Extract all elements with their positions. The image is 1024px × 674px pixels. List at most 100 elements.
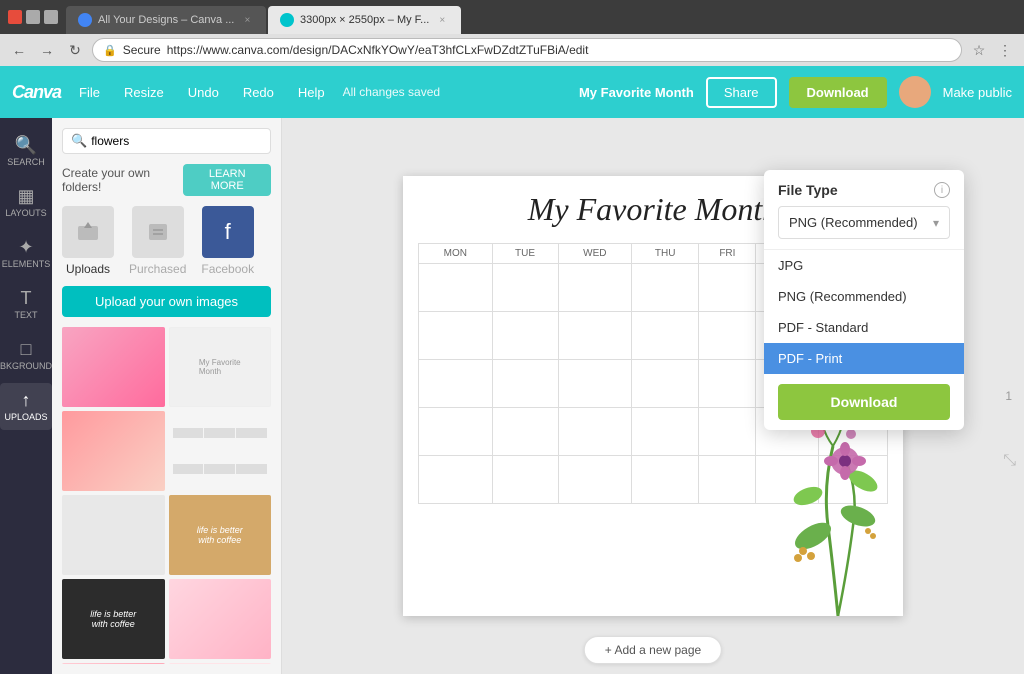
tab1-label: All Your Designs – Canva ... [98, 14, 234, 26]
saved-text: All changes saved [343, 85, 440, 99]
popup-title: File Type [778, 182, 838, 198]
sidebar-item-elements[interactable]: ✦ ELEMENTS [0, 230, 52, 277]
image-thumb-6[interactable]: life is betterwith coffee [169, 495, 272, 575]
sidebar-item-background[interactable]: □ BKGROUND [0, 332, 52, 379]
cal-cell [699, 456, 756, 504]
cal-cell [419, 264, 493, 312]
design-title: My Favorite Month [579, 85, 694, 100]
purchased-tab-icon [132, 206, 184, 258]
select-arrow-icon: ▾ [933, 216, 939, 230]
option-jpg[interactable]: JPG [764, 250, 964, 281]
image-thumb-3[interactable] [62, 411, 165, 491]
upload-images-button[interactable]: Upload your own images [62, 286, 271, 317]
image-thumb-8[interactable] [169, 579, 272, 659]
share-button[interactable]: Share [706, 77, 777, 108]
search-box[interactable]: 🔍 [62, 128, 271, 154]
browser-tab-2[interactable]: 3300px × 2550px – My F... × [268, 6, 461, 34]
popup-header: File Type i [764, 170, 964, 206]
search-input[interactable] [91, 134, 262, 148]
sidebar-search-label: SEARCH [7, 157, 45, 167]
option-png[interactable]: PNG (Recommended) [764, 281, 964, 312]
menu-help[interactable]: Help [292, 81, 331, 104]
learn-more-button[interactable]: LEARN MORE [183, 164, 271, 196]
image-thumb-9[interactable] [62, 663, 165, 664]
menu-resize[interactable]: Resize [118, 81, 170, 104]
cal-header-tue: TUE [492, 244, 558, 264]
address-bar: ← → ↻ 🔒 Secure https://www.canva.com/des… [0, 34, 1024, 66]
sidebar-item-layouts[interactable]: ▦ LAYOUTS [0, 179, 52, 226]
image-thumb-10[interactable] [169, 663, 272, 664]
sidebar-item-text[interactable]: T TEXT [0, 281, 52, 328]
make-public-button[interactable]: Make public [943, 85, 1012, 100]
browser-chrome: All Your Designs – Canva ... × 3300px × … [0, 0, 1024, 34]
menu-undo[interactable]: Undo [182, 81, 225, 104]
cal-cell [492, 456, 558, 504]
tab-purchased[interactable]: Purchased [129, 206, 186, 276]
cal-cell [632, 408, 699, 456]
canva-logo: Canva [12, 82, 61, 103]
avatar [899, 76, 931, 108]
file-type-select[interactable]: PNG (Recommended) ▾ [778, 206, 950, 239]
info-icon[interactable]: i [934, 182, 950, 198]
tab1-close[interactable]: × [240, 13, 254, 27]
sidebar-item-uploads[interactable]: ↑ UPLOADS [0, 383, 52, 430]
cal-cell [492, 360, 558, 408]
sidebar-layouts-label: LAYOUTS [5, 208, 46, 218]
refresh-button[interactable]: ↻ [64, 39, 86, 61]
tab-facebook[interactable]: f Facebook [201, 206, 254, 276]
cal-cell [699, 360, 756, 408]
cal-cell [699, 408, 756, 456]
page-number: 1 [1005, 389, 1012, 403]
cal-cell [558, 408, 632, 456]
menu-file[interactable]: File [73, 81, 106, 104]
sidebar-text-label: TEXT [14, 310, 37, 320]
browser-tab-1[interactable]: All Your Designs – Canva ... × [66, 6, 266, 34]
image-thumb-1[interactable] [62, 327, 165, 407]
back-button[interactable]: ← [8, 39, 30, 61]
cal-cell [699, 312, 756, 360]
folder-create-row: Create your own folders! LEARN MORE [62, 164, 271, 196]
cal-cell [558, 312, 632, 360]
cal-cell [492, 264, 558, 312]
maximize-window-button[interactable] [44, 10, 58, 24]
popup-download-button[interactable]: Download [778, 384, 950, 420]
cal-cell [632, 456, 699, 504]
image-thumb-4[interactable] [169, 411, 272, 491]
cal-cell [419, 456, 493, 504]
sidebar-elements-label: ELEMENTS [2, 259, 51, 269]
search-icon-panel: 🔍 [71, 133, 87, 149]
tab2-favicon [280, 13, 294, 27]
images-grid: My FavoriteMonth life is betterwith coff… [62, 327, 271, 664]
image-thumb-2[interactable]: My FavoriteMonth [169, 327, 272, 407]
minimize-window-button[interactable] [26, 10, 40, 24]
menu-redo[interactable]: Redo [237, 81, 280, 104]
option-pdf-standard[interactable]: PDF - Standard [764, 312, 964, 343]
option-pdf-print[interactable]: PDF - Print [764, 343, 964, 374]
image-thumb-5[interactable] [62, 495, 165, 575]
resize-handle[interactable]: ⤡ [1003, 452, 1016, 470]
url-text: https://www.canva.com/design/DACxNfkYOwY… [167, 43, 589, 57]
cal-cell [558, 456, 632, 504]
cal-cell [699, 264, 756, 312]
main-content: 🔍 SEARCH ▦ LAYOUTS ✦ ELEMENTS T TEXT □ B… [0, 118, 1024, 674]
menu-icon[interactable]: ⋮ [994, 39, 1016, 61]
cal-cell [419, 360, 493, 408]
bookmark-icon[interactable]: ☆ [968, 39, 990, 61]
close-window-button[interactable] [8, 10, 22, 24]
cal-cell [558, 264, 632, 312]
cal-header-thu: THU [632, 244, 699, 264]
sidebar-item-search[interactable]: 🔍 SEARCH [0, 128, 52, 175]
tab-uploads[interactable]: Uploads [62, 206, 114, 276]
download-button[interactable]: Download [789, 77, 887, 108]
tab2-close[interactable]: × [435, 13, 449, 27]
facebook-tab-icon: f [202, 206, 254, 258]
uploads-tab-label: Uploads [66, 262, 110, 276]
cal-cell [632, 264, 699, 312]
url-bar[interactable]: 🔒 Secure https://www.canva.com/design/DA… [92, 38, 962, 62]
cal-cell [632, 360, 699, 408]
image-thumb-7[interactable]: life is betterwith coffee [62, 579, 165, 659]
add-page-bar[interactable]: + Add a new page [584, 636, 722, 664]
text-icon: T [21, 289, 32, 307]
forward-button[interactable]: → [36, 39, 58, 61]
selected-file-type: PNG (Recommended) [789, 215, 918, 230]
